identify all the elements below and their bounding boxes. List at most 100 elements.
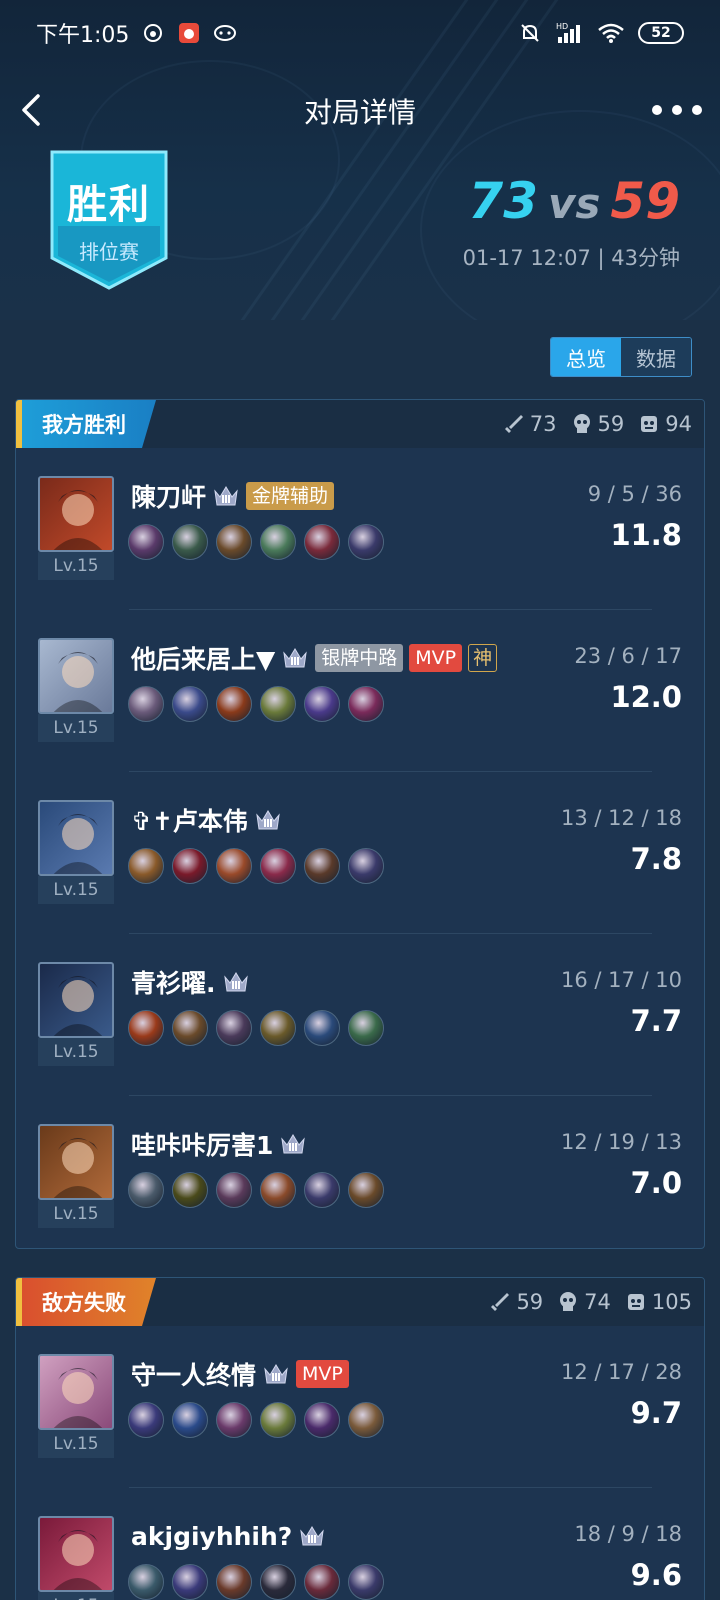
equipment-item-icon[interactable] <box>216 1564 252 1600</box>
player-rating: 9.6 <box>630 1558 682 1592</box>
equipment-item-icon[interactable] <box>304 848 340 884</box>
equipment-item-icon[interactable] <box>348 686 384 722</box>
player-row[interactable]: Lv.15 哇咔咔厉害1 12 / 19 / 13 7.0 <box>16 1096 704 1248</box>
equipment-item-icon[interactable] <box>216 524 252 560</box>
match-result-badge: 胜利 排位赛 <box>50 150 168 290</box>
equipment-item-icon[interactable] <box>128 686 164 722</box>
team-stats: 73 59 94 <box>503 412 704 436</box>
tab-data[interactable]: 数据 <box>621 338 691 376</box>
team-gold-value: 94 <box>665 412 692 436</box>
chevron-left-icon <box>22 94 40 126</box>
hero-avatar[interactable] <box>38 1354 114 1430</box>
equipment-list <box>128 686 384 722</box>
hero-level: Lv.15 <box>38 1200 114 1228</box>
hero-level: Lv.15 <box>38 1430 114 1458</box>
equipment-item-icon[interactable] <box>304 686 340 722</box>
hero-portrait-icon <box>53 1530 103 1590</box>
player-name-line: 哇咔咔厉害1 <box>131 1126 307 1162</box>
equipment-item-icon[interactable] <box>172 1402 208 1438</box>
player-row[interactable]: Lv.15 他后来居上▼ 银牌中路 MVP 神 23 / 6 / 17 12.0 <box>16 610 704 772</box>
equipment-item-icon[interactable] <box>216 1172 252 1208</box>
status-bar: 下午1:05 HD 52 <box>0 0 720 66</box>
equipment-item-icon[interactable] <box>348 524 384 560</box>
equipment-item-icon[interactable] <box>128 1172 164 1208</box>
player-row[interactable]: Lv.15 陳刀屽 金牌辅助 9 / 5 / 36 11.8 <box>16 448 704 610</box>
equipment-item-icon[interactable] <box>304 1402 340 1438</box>
player-row[interactable]: Lv.15 守一人终情 MVP 12 / 17 / 28 9.7 <box>16 1326 704 1488</box>
equipment-item-icon[interactable] <box>304 1010 340 1046</box>
player-name-line: akjgiyhhih? <box>131 1518 326 1554</box>
back-button[interactable] <box>14 90 54 130</box>
player-row[interactable]: Lv.15 ✞✝卢本伟 13 / 12 / 18 7.8 <box>16 772 704 934</box>
equipment-item-icon[interactable] <box>304 1564 340 1600</box>
equipment-item-icon[interactable] <box>260 1402 296 1438</box>
hero-avatar[interactable] <box>38 800 114 876</box>
equipment-item-icon[interactable] <box>128 524 164 560</box>
rank-crown-icon <box>264 1364 288 1384</box>
equipment-item-icon[interactable] <box>216 1402 252 1438</box>
equipment-item-icon[interactable] <box>128 1402 164 1438</box>
equipment-item-icon[interactable] <box>348 1172 384 1208</box>
equipment-item-icon[interactable] <box>348 1564 384 1600</box>
equipment-item-icon[interactable] <box>260 1172 296 1208</box>
player-row[interactable]: Lv.15 青衫曜. 16 / 17 / 10 7.7 <box>16 934 704 1096</box>
team-gold-value: 105 <box>651 1290 692 1314</box>
equipment-item-icon[interactable] <box>348 1402 384 1438</box>
player-name-line: 陳刀屽 金牌辅助 <box>131 478 335 514</box>
equipment-item-icon[interactable] <box>172 1172 208 1208</box>
hero-avatar[interactable] <box>38 1516 114 1592</box>
team-deaths: 59 <box>571 412 624 436</box>
equipment-item-icon[interactable] <box>304 1172 340 1208</box>
enemy-team-score: 59 <box>610 172 680 230</box>
hero-level: Lv.15 <box>38 552 114 580</box>
equipment-item-icon[interactable] <box>348 1010 384 1046</box>
hero-avatar[interactable] <box>38 1124 114 1200</box>
player-rating: 12.0 <box>610 680 682 714</box>
equipment-item-icon[interactable] <box>216 848 252 884</box>
hero-avatar[interactable] <box>38 962 114 1038</box>
rank-crown-icon <box>214 486 238 506</box>
equipment-item-icon[interactable] <box>128 1010 164 1046</box>
equipment-item-icon[interactable] <box>216 686 252 722</box>
equipment-item-icon[interactable] <box>348 848 384 884</box>
hero-portrait-icon <box>53 652 103 712</box>
equipment-item-icon[interactable] <box>172 1564 208 1600</box>
equipment-item-icon[interactable] <box>172 848 208 884</box>
player-badge-gold: 金牌辅助 <box>246 482 335 510</box>
player-name-line: 他后来居上▼ 银牌中路 MVP 神 <box>131 640 498 676</box>
equipment-item-icon[interactable] <box>172 686 208 722</box>
hero-level: Lv.15 <box>38 876 114 904</box>
team-result-label: 我方胜利 <box>42 413 126 437</box>
battery-indicator: 52 <box>638 22 684 44</box>
equipment-item-icon[interactable] <box>304 524 340 560</box>
hero-avatar[interactable] <box>38 638 114 714</box>
mute-bell-icon <box>518 21 542 45</box>
hero-portrait-icon <box>53 976 103 1036</box>
hero-avatar[interactable] <box>38 476 114 552</box>
equipment-item-icon[interactable] <box>260 1010 296 1046</box>
player-badge-mvp: MVP <box>409 644 463 672</box>
game-controller-icon <box>213 21 237 45</box>
equipment-item-icon[interactable] <box>172 1010 208 1046</box>
team-kills: 73 <box>503 412 557 436</box>
equipment-item-icon[interactable] <box>128 1564 164 1600</box>
tab-overview[interactable]: 总览 <box>551 338 621 376</box>
equipment-item-icon[interactable] <box>260 1564 296 1600</box>
equipment-item-icon[interactable] <box>172 524 208 560</box>
equipment-list <box>128 1402 384 1438</box>
team-header: 我方胜利 73 59 94 <box>16 400 704 448</box>
equipment-item-icon[interactable] <box>260 848 296 884</box>
equipment-item-icon[interactable] <box>260 686 296 722</box>
equipment-item-icon[interactable] <box>128 848 164 884</box>
player-rating: 9.7 <box>630 1396 682 1430</box>
equipment-item-icon[interactable] <box>260 524 296 560</box>
rank-crown-icon <box>256 810 280 830</box>
player-kda: 18 / 9 / 18 <box>574 1522 682 1546</box>
wifi-icon <box>596 21 626 45</box>
equipment-item-icon[interactable] <box>216 1010 252 1046</box>
more-options-button[interactable] <box>652 92 702 128</box>
more-dot-icon <box>652 105 662 115</box>
player-row[interactable]: Lv.15 akjgiyhhih? 18 / 9 / 18 9.6 <box>16 1488 704 1600</box>
tower-icon <box>641 416 658 432</box>
rank-crown-icon <box>281 1134 306 1154</box>
